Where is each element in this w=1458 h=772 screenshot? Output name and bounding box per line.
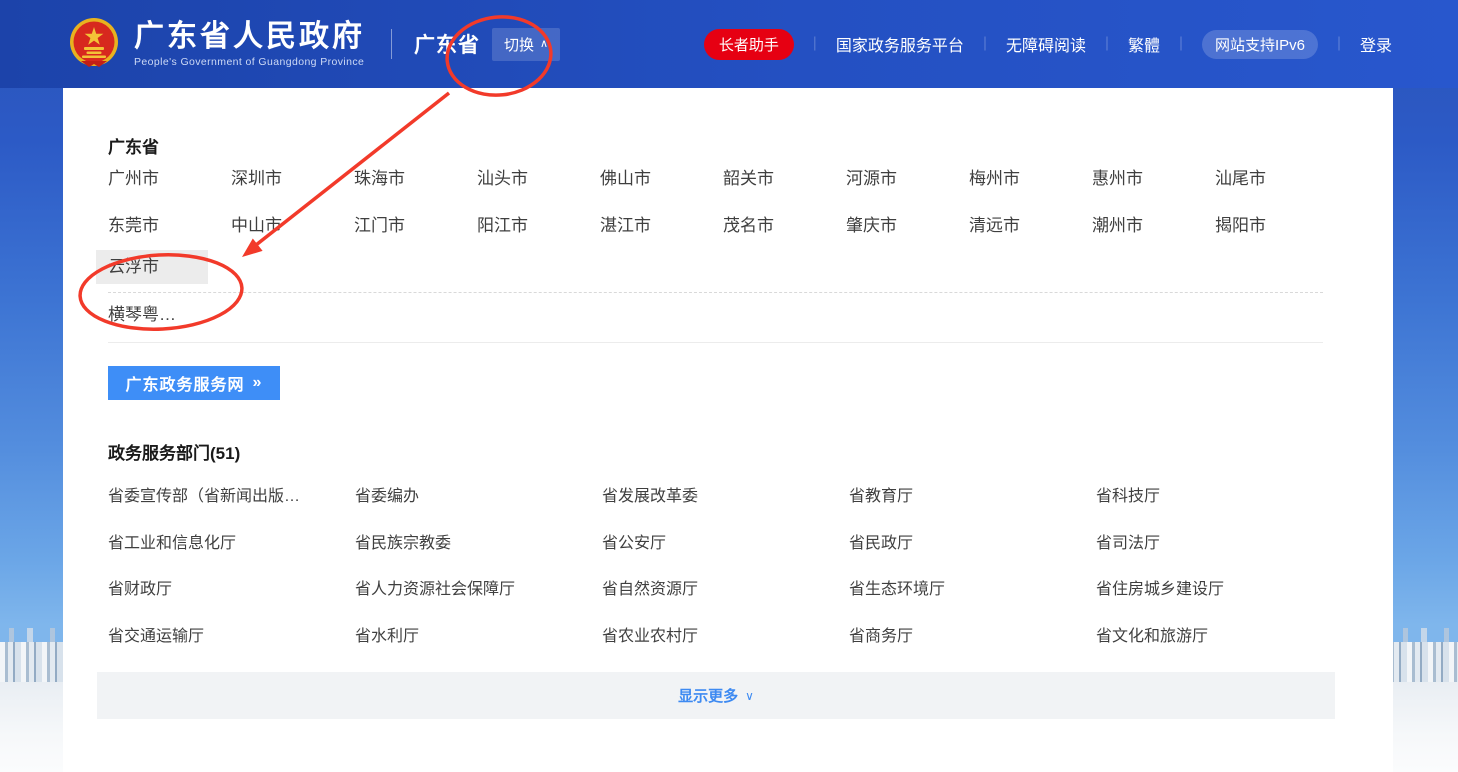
header-top-nav: 长者助手 ｜ 国家政务服务平台 ｜ 无障碍阅读 ｜ 繁體 ｜ 网站支持IPv6 … — [704, 0, 1392, 88]
department-item[interactable]: 省农业农村厅 — [602, 622, 849, 646]
chevron-up-icon: ∧ — [540, 39, 548, 50]
department-item[interactable]: 省委编办 — [355, 482, 602, 506]
department-item[interactable]: 省生态环境厅 — [849, 575, 1096, 599]
login-link[interactable]: 登录 — [1360, 32, 1392, 56]
city-item[interactable]: 肇庆市 — [846, 211, 969, 236]
city-row-3: 云浮市 — [108, 247, 1393, 287]
department-item[interactable]: 省民族宗教委 — [355, 529, 602, 553]
department-item[interactable]: 省财政厅 — [108, 575, 355, 599]
city-item[interactable]: 广州市 — [108, 164, 231, 189]
national-emblem-icon — [68, 17, 120, 71]
special-zone-row: 横琴粤… — [108, 293, 1393, 331]
chevron-down-icon: ∨ — [745, 689, 754, 703]
department-item[interactable]: 省工业和信息化厅 — [108, 529, 355, 553]
double-arrow-icon: » — [253, 374, 263, 392]
city-item[interactable]: 韶关市 — [723, 164, 846, 189]
city-item[interactable]: 河源市 — [846, 164, 969, 189]
ipv6-support-badge: 网站支持IPv6 — [1202, 30, 1318, 59]
city-item[interactable]: 中山市 — [231, 211, 354, 236]
city-item[interactable]: 潮州市 — [1092, 211, 1215, 236]
city-item[interactable]: 珠海市 — [354, 164, 477, 189]
city-item[interactable]: 湛江市 — [600, 211, 723, 236]
elder-helper-badge[interactable]: 长者助手 — [704, 29, 794, 60]
region-switch-button[interactable]: 切换 ∧ — [492, 28, 560, 61]
city-item[interactable]: 汕尾市 — [1215, 164, 1338, 189]
department-item[interactable]: 省公安厅 — [602, 529, 849, 553]
city-item[interactable]: 佛山市 — [600, 164, 723, 189]
department-item[interactable]: 省发展改革委 — [602, 482, 849, 506]
department-item[interactable]: 省交通运输厅 — [108, 622, 355, 646]
province-heading: 广东省 — [108, 133, 1393, 153]
city-item[interactable]: 揭阳市 — [1215, 211, 1338, 236]
show-more-bar[interactable]: 显示更多 ∨ — [97, 672, 1335, 719]
show-more-label: 显示更多 — [678, 685, 738, 706]
department-item[interactable]: 省教育厅 — [849, 482, 1096, 506]
department-item[interactable]: 省住房城乡建设厅 — [1096, 575, 1343, 599]
departments-heading: 政务服务部门(51) — [108, 439, 1393, 459]
city-item[interactable]: 清远市 — [969, 211, 1092, 236]
region-switch-panel: 广东省 广州市 深圳市 珠海市 汕头市 佛山市 韶关市 河源市 梅州市 惠州市 … — [63, 88, 1393, 772]
city-row-2: 东莞市 中山市 江门市 阳江市 湛江市 茂名市 肇庆市 清远市 潮州市 揭阳市 — [108, 200, 1393, 247]
city-row-1: 广州市 深圳市 珠海市 汕头市 佛山市 韶关市 河源市 梅州市 惠州市 汕尾市 — [108, 153, 1393, 200]
header-divider — [391, 29, 392, 59]
city-item[interactable]: 深圳市 — [231, 164, 354, 189]
nav-traditional-chinese[interactable]: 繁體 — [1128, 32, 1160, 56]
department-item[interactable]: 省人力资源社会保障厅 — [355, 575, 602, 599]
city-item[interactable]: 江门市 — [354, 211, 477, 236]
nav-national-platform[interactable]: 国家政务服务平台 — [836, 32, 964, 56]
department-item[interactable]: 省自然资源厅 — [602, 575, 849, 599]
city-item[interactable]: 汕头市 — [477, 164, 600, 189]
department-item[interactable]: 省司法厅 — [1096, 529, 1343, 553]
city-item[interactable]: 茂名市 — [723, 211, 846, 236]
department-item[interactable]: 省商务厅 — [849, 622, 1096, 646]
department-item[interactable]: 省委宣传部（省新闻出版… — [108, 482, 355, 506]
city-item[interactable]: 阳江市 — [477, 211, 600, 236]
city-item[interactable]: 东莞市 — [108, 211, 231, 236]
department-item[interactable]: 省科技厅 — [1096, 482, 1343, 506]
department-item[interactable]: 省水利厅 — [355, 622, 602, 646]
city-item[interactable]: 梅州市 — [969, 164, 1092, 189]
site-title: 广东省人民政府 — [134, 20, 365, 53]
site-header: 广东省人民政府 People's Government of Guangdong… — [0, 0, 1458, 88]
city-item[interactable]: 惠州市 — [1092, 164, 1215, 189]
nav-accessibility[interactable]: 无障碍阅读 — [1006, 32, 1086, 56]
special-zone-item[interactable]: 横琴粤… — [108, 300, 176, 325]
site-brand[interactable]: 广东省人民政府 People's Government of Guangdong… — [68, 17, 365, 71]
site-subtitle: People's Government of Guangdong Provinc… — [134, 56, 365, 68]
gd-service-portal-button[interactable]: 广东政务服务网 » — [108, 366, 280, 400]
department-item[interactable]: 省文化和旅游厅 — [1096, 622, 1343, 646]
solid-divider — [108, 342, 1323, 343]
current-region-label: 广东省 — [414, 29, 480, 59]
departments-grid: 省委宣传部（省新闻出版… 省委编办 省发展改革委 省教育厅 省科技厅 省工业和信… — [108, 471, 1393, 657]
city-item-yunfu-highlighted[interactable]: 云浮市 — [96, 250, 208, 284]
department-item[interactable]: 省民政厅 — [849, 529, 1096, 553]
